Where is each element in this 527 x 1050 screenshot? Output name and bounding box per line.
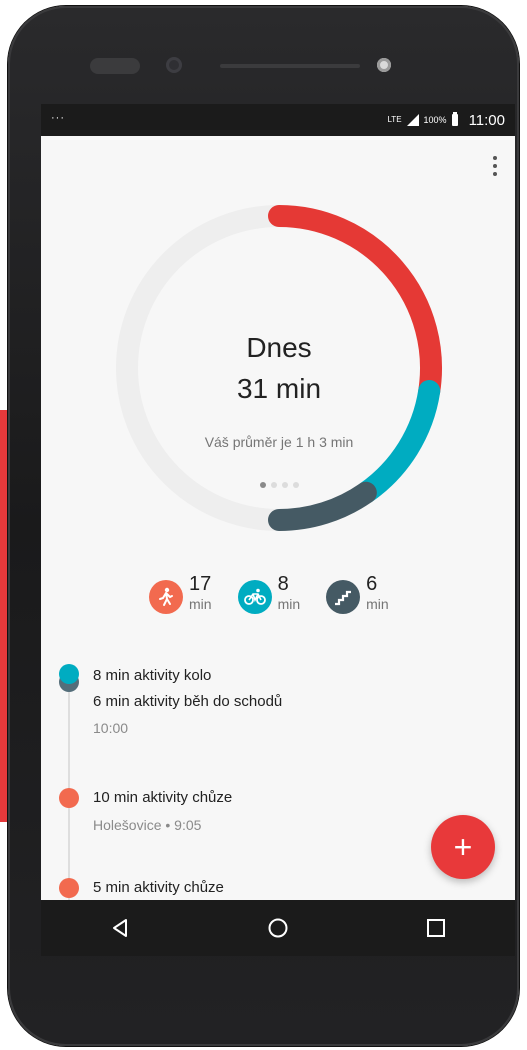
walking-unit: min	[189, 596, 212, 612]
cycling-unit: min	[277, 596, 301, 612]
earpiece	[220, 64, 360, 68]
timeline-dot	[59, 878, 79, 898]
average-text: Váš průměr je 1 h 3 min	[204, 434, 354, 450]
ring-center: Dnes 31 min Váš průměr je 1 h 3 min	[113, 202, 445, 534]
summary-cycling: 8 min	[237, 573, 301, 622]
cycling-icon	[237, 580, 272, 614]
overflow-menu-icon[interactable]	[487, 152, 503, 180]
page-dot[interactable]	[259, 482, 266, 488]
status-indicators: LTE 100% 11:00	[387, 111, 505, 129]
signal-icon	[406, 114, 419, 126]
home-icon	[268, 918, 288, 938]
navigation-bar	[41, 900, 515, 956]
front-camera	[166, 57, 182, 73]
recents-button[interactable]	[416, 908, 456, 948]
notification-icon: ···	[51, 112, 65, 124]
total-duration: 31 min	[236, 373, 322, 404]
page-dot[interactable]	[270, 482, 277, 488]
app-screen: ··· LTE 100% 11:00 Dnes 31 min Váš průmě…	[41, 104, 515, 956]
timeline-dot	[59, 664, 79, 684]
walking-minutes: 17	[189, 573, 212, 595]
entry-title: 10 min aktivity chůze	[93, 789, 233, 806]
cycling-minutes: 8	[277, 573, 289, 595]
activity-summary: 17 min 8 min 6 min	[149, 574, 389, 622]
stairs-minutes: 6	[366, 573, 378, 595]
entry-subtitle: Holešovice • 9:05	[93, 817, 202, 833]
entry-title: 6 min aktivity běh do schodů	[93, 693, 283, 710]
add-icon: +	[453, 829, 473, 865]
status-time: 11:00	[468, 111, 505, 129]
home-button[interactable]	[258, 908, 298, 948]
timeline-entry[interactable]: 8 min aktivity kolo 6 min aktivity běh d…	[41, 664, 515, 754]
timeline-dot	[59, 788, 79, 808]
day-title: Dnes	[246, 332, 312, 363]
stairs-unit: min	[366, 596, 389, 612]
phone-frame: ··· LTE 100% 11:00 Dnes 31 min Váš průmě…	[8, 6, 519, 1046]
battery-percent: 100%	[423, 115, 447, 125]
timeline-entry[interactable]: 5 min aktivity chůze	[41, 876, 515, 900]
battery-icon	[451, 112, 458, 126]
back-icon	[113, 919, 127, 937]
walking-icon	[149, 580, 183, 614]
page-indicator	[113, 482, 445, 488]
add-activity-button[interactable]: +	[431, 815, 495, 879]
summary-walking: 17 min	[149, 574, 212, 622]
page-dot[interactable]	[281, 482, 288, 488]
proximity-sensor	[377, 58, 391, 72]
speaker-grille	[90, 58, 140, 74]
entry-title: 8 min aktivity kolo	[93, 667, 212, 684]
back-button[interactable]	[100, 908, 140, 948]
network-type: LTE	[387, 115, 402, 124]
stairs-icon	[326, 580, 361, 614]
entry-title: 5 min aktivity chůze	[93, 879, 224, 896]
status-bar: ··· LTE 100% 11:00	[41, 104, 515, 136]
summary-stairs: 6 min	[326, 574, 389, 622]
recents-icon	[427, 919, 445, 937]
page-dot[interactable]	[292, 482, 299, 488]
entry-subtitle: 10:00	[93, 720, 129, 736]
